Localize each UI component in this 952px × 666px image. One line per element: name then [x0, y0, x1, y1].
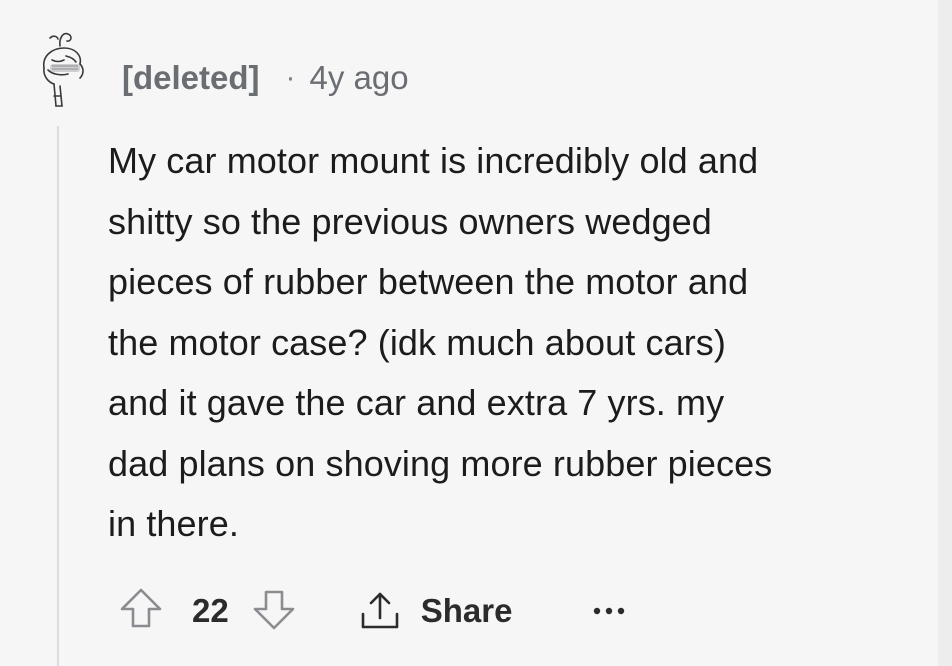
meta-separator: · — [285, 61, 296, 94]
avatar — [42, 32, 84, 107]
comment-line: shitty so the previous owners wedged — [108, 200, 712, 242]
comment-header: [deleted] · 4y ago — [122, 56, 409, 100]
share-button[interactable]: Share — [357, 588, 513, 634]
more-options-button[interactable] — [592, 605, 626, 617]
comment-actions: 22 Share — [118, 586, 626, 636]
comment-line: My car motor mount is incredibly old and — [108, 140, 759, 181]
arrow-up-outline-icon — [120, 588, 162, 627]
comment-line: pieces of rubber between the motor and — [108, 261, 749, 302]
comment-line: in there. — [108, 503, 239, 544]
scroll-edge — [938, 0, 952, 666]
comment-body: My car motor mount is incredibly old and… — [108, 131, 923, 555]
comment-line: dad plans on shoving more rubber pieces — [108, 442, 773, 484]
vote-count: 22 — [192, 592, 229, 629]
downvote-button[interactable] — [251, 586, 297, 637]
more-horizontal-icon — [594, 607, 625, 615]
comment-line: the motor case? (idk much about cars) — [108, 321, 726, 363]
arrow-down-outline-icon — [253, 590, 295, 629]
upvote-button[interactable] — [118, 586, 164, 637]
comment-line: and it gave the car and extra 7 yrs. my — [108, 382, 725, 423]
share-label: Share — [420, 592, 513, 629]
author-name[interactable]: [deleted] — [122, 59, 260, 97]
thread-line[interactable] — [57, 126, 59, 666]
comment-age: 4y ago — [309, 59, 409, 96]
share-upload-icon — [361, 592, 399, 629]
